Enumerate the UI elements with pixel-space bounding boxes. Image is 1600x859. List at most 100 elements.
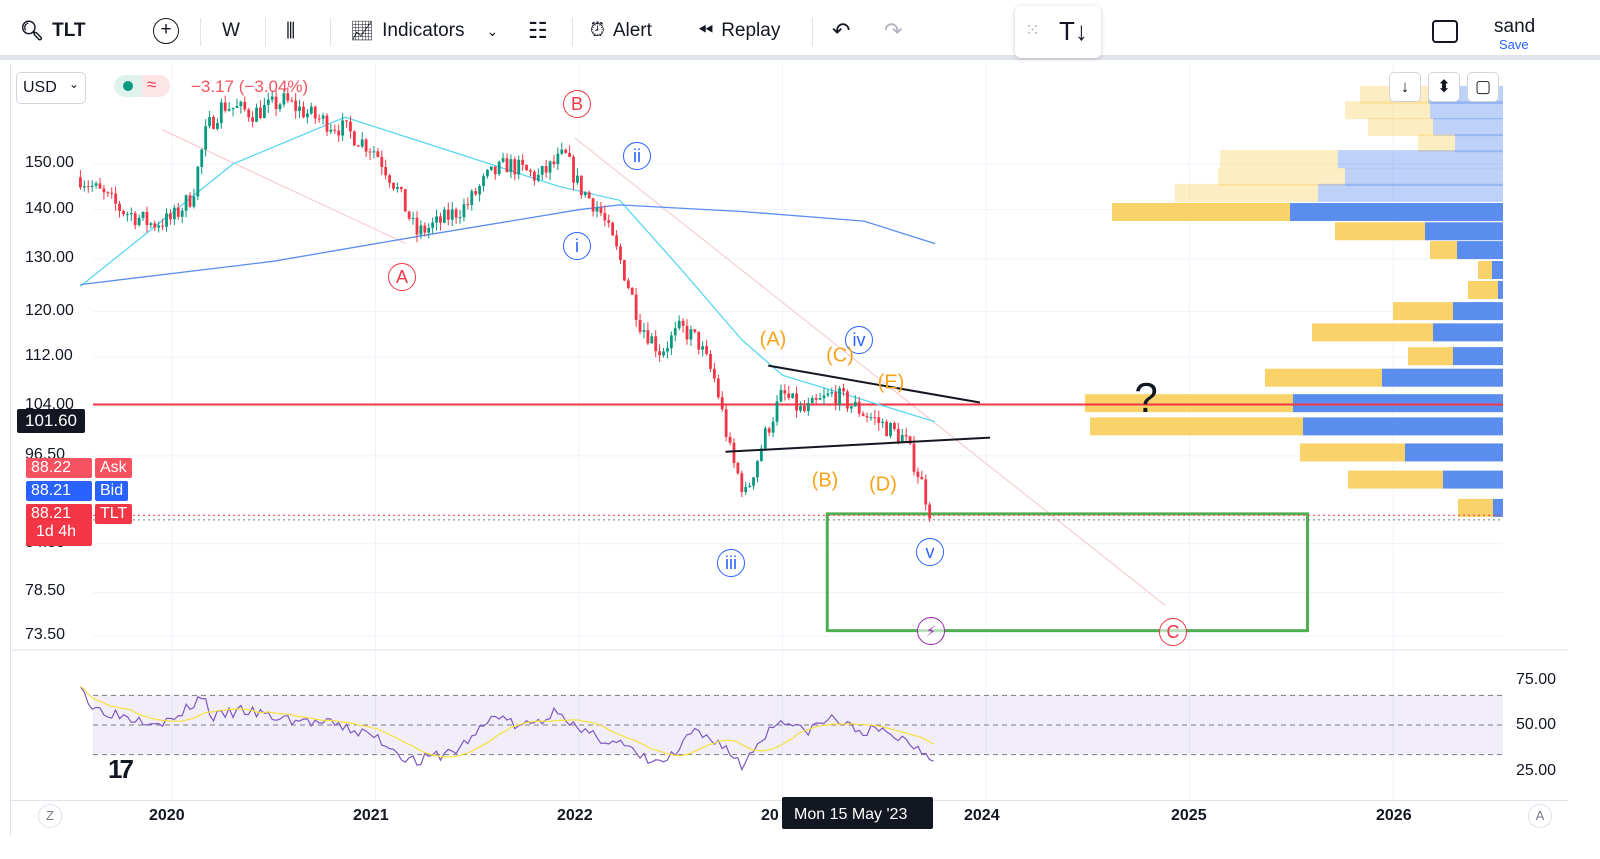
candle-body (196, 166, 200, 197)
candle-body (462, 204, 466, 218)
candle-body (552, 161, 556, 165)
price-tick: 112.00 (25, 347, 73, 365)
volume-profile-up-bar (1090, 417, 1303, 436)
candle-body (783, 390, 787, 394)
volume-profile-up-bar (1300, 443, 1405, 462)
candle-body (693, 329, 697, 332)
candle-body (576, 175, 579, 183)
candle-body (352, 131, 356, 146)
candle-body (298, 106, 301, 111)
candle-body (532, 171, 536, 181)
wave-label-paren-A[interactable]: (A) (760, 329, 787, 352)
candle-body (799, 406, 802, 411)
tradingview-logo: 17 (108, 754, 134, 784)
candle-body (626, 280, 630, 288)
candle-body (525, 164, 528, 171)
candle-body (184, 195, 188, 211)
candle-body (583, 192, 587, 196)
candle-body (916, 471, 920, 478)
candle-body (266, 99, 270, 105)
volume-profile-up-bar (1112, 203, 1290, 222)
candle-body (489, 166, 493, 170)
candle-body (349, 121, 352, 132)
volume-profile-up-bar (1220, 150, 1338, 169)
wave-label-i[interactable]: i (563, 232, 591, 260)
volume-profile-down-bar (1405, 443, 1503, 462)
ma-slow-line (80, 204, 936, 286)
candle-body (114, 193, 118, 204)
volume-profile-up-bar (1265, 368, 1382, 387)
candle-body (673, 328, 677, 336)
candle-body (806, 403, 810, 412)
wave-label-B[interactable]: B (563, 90, 591, 118)
volume-profile-up-bar (1175, 183, 1318, 202)
candle-body (834, 392, 838, 405)
candle-body (877, 417, 881, 423)
wave-label-paren-B[interactable]: (B) (812, 470, 839, 493)
candle-body (509, 159, 513, 173)
candle-body (133, 213, 137, 226)
candle-body (728, 436, 732, 443)
wave-label-paren-E[interactable]: (E) (878, 372, 905, 395)
maximize-button[interactable]: ▢ (1467, 72, 1499, 102)
question-mark-annotation[interactable]: ? (1134, 374, 1157, 422)
candle-body (638, 319, 642, 332)
candle-body (752, 477, 755, 486)
candle-body (505, 158, 509, 173)
candle-body (204, 126, 208, 150)
lightning-event-icon[interactable]: ⚡︎ (917, 617, 945, 645)
candle-body (110, 192, 114, 194)
market-status[interactable]: ≈ (114, 75, 170, 97)
candle-body (415, 217, 419, 235)
cursor-price-label: 101.60 (17, 409, 85, 433)
volume-profile-up-bar (1393, 302, 1453, 321)
candle-body (560, 149, 564, 154)
zoom-reset-button[interactable]: Z (38, 804, 62, 828)
candle-body (865, 415, 869, 418)
candle-body (251, 117, 255, 122)
candle-body (482, 176, 485, 187)
wave-line (574, 137, 1166, 606)
volume-profile-up-bar (1085, 394, 1293, 413)
candle-body (341, 120, 345, 136)
wave-label-paren-D[interactable]: (D) (869, 474, 897, 497)
candle-body (795, 393, 798, 411)
wave-label-v[interactable]: v (916, 538, 944, 566)
bar-countdown: 1d 4h (36, 523, 77, 540)
wave-label-A[interactable]: A (388, 263, 416, 291)
wave-label-ii[interactable]: ii (623, 142, 651, 170)
collapse-button[interactable]: ⬍ (1428, 72, 1460, 102)
wave-label-paren-C[interactable]: (C) (826, 345, 854, 368)
scroll-down-button[interactable]: ↓ (1389, 72, 1421, 102)
wave-label-C[interactable]: C (1159, 618, 1187, 646)
currency-select[interactable]: USD ⌄ (16, 72, 86, 104)
auto-scale-button[interactable]: A (1528, 804, 1552, 828)
candle-body (669, 335, 673, 349)
candle-body (587, 192, 591, 199)
price-chart[interactable] (0, 0, 1600, 859)
candle-body (564, 149, 568, 153)
volume-profile-down-bar (1338, 150, 1503, 169)
candle-body (141, 211, 145, 218)
candle-body (212, 116, 215, 129)
candle-body (904, 434, 908, 437)
candle-body (306, 113, 309, 118)
candle-body (497, 161, 501, 175)
candle-body (419, 225, 423, 235)
candle-body (615, 235, 618, 247)
candle-body (622, 260, 626, 281)
candle-body (360, 139, 364, 147)
ask-label: Ask (95, 458, 132, 478)
volume-profile-down-bar (1318, 183, 1503, 202)
candle-body (278, 104, 282, 110)
candle-body (302, 106, 305, 118)
candle-body (255, 107, 258, 122)
candle-body (486, 169, 489, 177)
candle-body (873, 417, 877, 419)
price-tick: 130.00 (25, 248, 74, 266)
wave-label-iii[interactable]: iii (717, 549, 745, 577)
candle-body (810, 397, 814, 404)
candle-body (411, 217, 415, 219)
maximize-icon: ▢ (1474, 77, 1492, 96)
volume-profile-up-bar (1218, 167, 1345, 186)
